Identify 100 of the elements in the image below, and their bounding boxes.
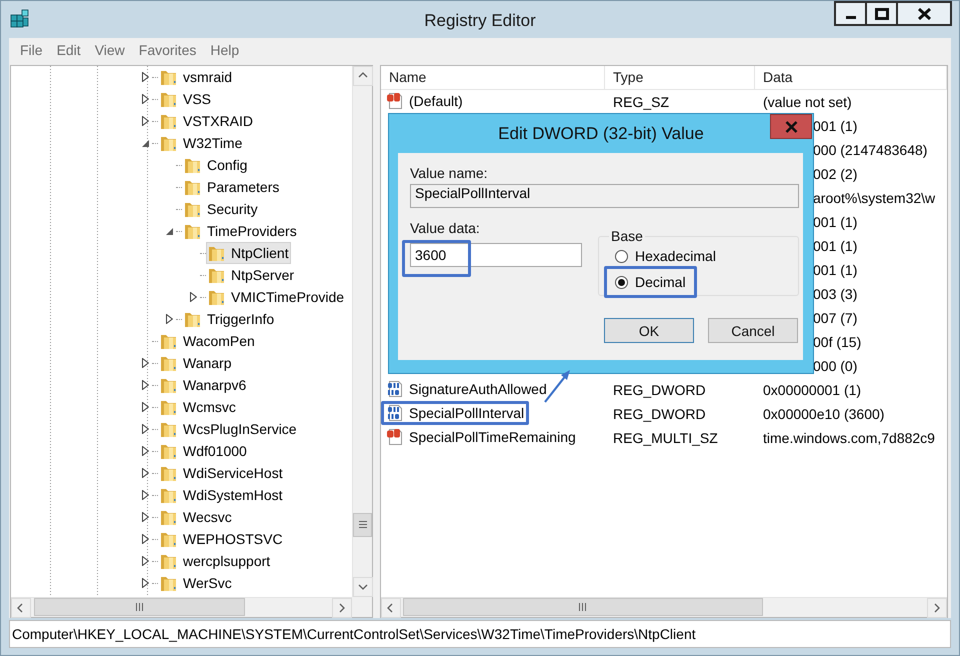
value-name[interactable]: SpecialPollTimeRemaining	[409, 428, 576, 444]
folder-icon	[208, 288, 225, 306]
folder-icon	[160, 552, 177, 570]
folder-icon	[160, 398, 177, 416]
radio-button[interactable]	[615, 250, 628, 262]
folder-icon	[160, 464, 177, 482]
value-name-field[interactable]: SpecialPollInterval	[410, 184, 799, 208]
value-data: 001 (1)	[813, 262, 858, 278]
field-label: Value name:	[410, 165, 489, 183]
folder-icon	[208, 244, 225, 262]
binary-value-icon	[387, 380, 404, 398]
folder-icon	[208, 266, 225, 284]
window-title: Registry Editor	[424, 10, 536, 30]
expand-arrow-icon[interactable]	[142, 72, 149, 82]
folder-icon	[160, 68, 177, 86]
string-value-icon	[387, 428, 404, 446]
expand-arrow-icon[interactable]	[142, 358, 149, 368]
folder-icon	[184, 200, 201, 218]
string-value-icon	[387, 92, 404, 110]
folder-icon	[160, 508, 177, 526]
folder-icon	[160, 574, 177, 592]
folder-icon	[160, 134, 177, 152]
value-data: 001 (1)	[813, 238, 858, 254]
value-name[interactable]: SignatureAuthAllowed	[409, 380, 547, 396]
maximize-button[interactable]	[865, 1, 898, 26]
folder-icon	[160, 90, 177, 108]
expand-arrow-icon[interactable]	[142, 116, 149, 126]
value-data: 002 (2)	[813, 166, 858, 182]
scrollbar-thumb[interactable]	[34, 598, 245, 616]
folder-icon	[160, 376, 177, 394]
value-data: 0x00000e10 (3600)	[762, 406, 886, 422]
value-type: REG_DWORD	[612, 382, 707, 398]
binary-value-icon	[387, 404, 404, 422]
folder-icon	[160, 354, 177, 372]
close-icon	[784, 120, 798, 132]
value-data: 001 (1)	[813, 118, 858, 134]
expand-arrow-icon[interactable]	[142, 380, 149, 390]
expand-arrow-icon[interactable]	[142, 402, 149, 412]
dialog-title: Edit DWORD (32-bit) Value	[498, 124, 704, 144]
radio-button[interactable]	[615, 276, 628, 288]
value-data: (value not set)	[762, 94, 853, 110]
expand-arrow-icon[interactable]	[142, 94, 149, 104]
folder-icon	[160, 486, 177, 504]
menu-item[interactable]: Edit	[50, 42, 88, 58]
value-data: aroot%\system32\w	[813, 190, 936, 206]
column-header[interactable]: Type	[605, 66, 755, 89]
scrollbar-thumb[interactable]	[353, 513, 372, 537]
collapse-arrow-icon[interactable]	[166, 228, 173, 234]
value-name[interactable]: SpecialPollInterval	[409, 404, 524, 420]
minimize-icon	[846, 16, 856, 18]
folder-icon	[160, 442, 177, 460]
folder-icon	[160, 530, 177, 548]
folder-icon	[184, 156, 201, 174]
value-data: time.windows.com,7d882c9	[762, 430, 936, 446]
dialog-button[interactable]: OK	[604, 318, 694, 343]
value-data: 001 (1)	[813, 214, 858, 230]
value-data: 00f (15)	[813, 334, 862, 350]
field-label: Value data:	[410, 220, 481, 238]
tree-item[interactable]: NtpClient	[206, 242, 291, 264]
folder-icon	[160, 332, 177, 350]
status-path: Computer\HKEY_LOCAL_MACHINE\SYSTEM\CurrentControlSet\Services\W32Time\TimeProviders\NtpClient	[12, 626, 696, 642]
folder-icon	[160, 420, 177, 438]
menu-item[interactable]: Favorites	[132, 42, 204, 58]
scrollbar-thumb[interactable]	[403, 598, 763, 616]
group-label: Base	[610, 228, 644, 244]
value-type: REG_DWORD	[612, 406, 707, 422]
radio-label[interactable]: Decimal	[635, 274, 686, 290]
expand-arrow-icon[interactable]	[142, 534, 149, 544]
column-header[interactable]: Name	[381, 66, 605, 89]
expand-arrow-icon[interactable]	[142, 468, 149, 478]
folder-icon	[160, 112, 177, 130]
menu-item[interactable]: File	[13, 42, 50, 58]
maximize-icon	[874, 8, 888, 20]
value-data: 000 (2147483648)	[813, 142, 928, 158]
expand-arrow-icon[interactable]	[142, 424, 149, 434]
column-header[interactable]: Data	[755, 66, 947, 89]
value-name[interactable]: (Default)	[409, 92, 463, 108]
menu-item[interactable]: Help	[203, 42, 246, 58]
expand-arrow-icon[interactable]	[142, 446, 149, 456]
expand-arrow-icon[interactable]	[142, 556, 149, 566]
radio-label[interactable]: Hexadecimal	[635, 248, 716, 264]
value-data: 007 (7)	[813, 310, 858, 326]
expand-arrow-icon[interactable]	[190, 292, 197, 302]
folder-icon	[184, 310, 201, 328]
expand-arrow-icon[interactable]	[142, 578, 149, 588]
expand-arrow-icon[interactable]	[142, 512, 149, 522]
dialog-button[interactable]: Cancel	[708, 318, 798, 343]
value-data: 0x00000001 (1)	[762, 382, 862, 398]
value-data: 003 (3)	[813, 286, 858, 302]
close-icon	[918, 8, 930, 20]
cubes-icon	[9, 8, 31, 30]
close-button[interactable]	[896, 1, 952, 26]
minimize-button[interactable]	[834, 1, 867, 26]
folder-icon	[184, 178, 201, 196]
value-data-field[interactable]: 3600	[410, 243, 582, 267]
expand-arrow-icon[interactable]	[142, 490, 149, 500]
menu-item[interactable]: View	[88, 42, 132, 58]
collapse-arrow-icon[interactable]	[142, 140, 149, 146]
value-data: 000 (0)	[813, 358, 858, 374]
expand-arrow-icon[interactable]	[166, 314, 173, 324]
